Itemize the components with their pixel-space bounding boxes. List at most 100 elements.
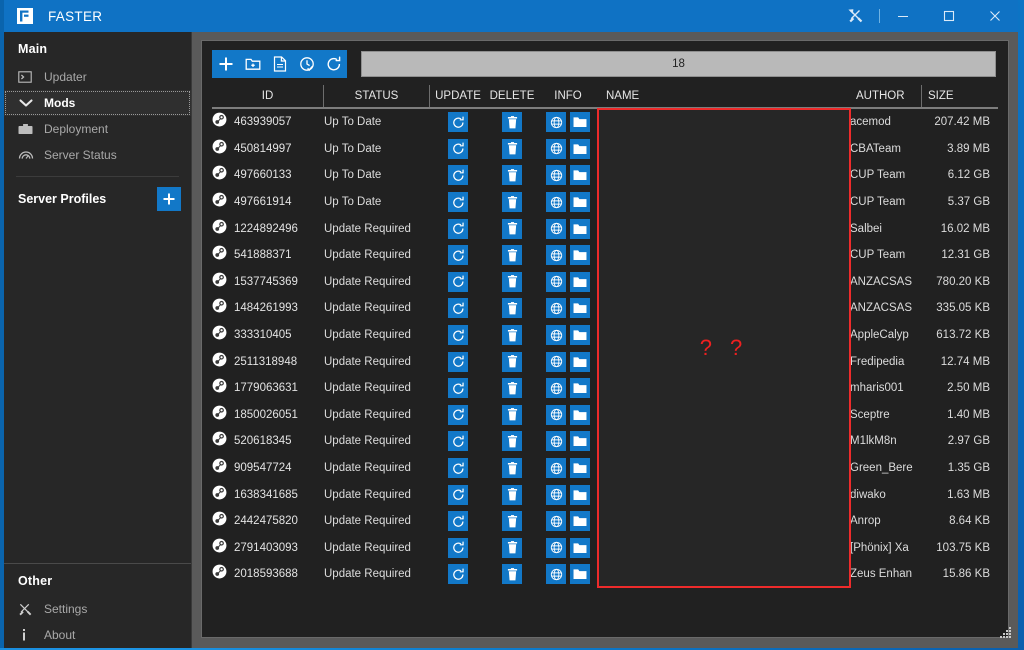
minimize-button[interactable]: [880, 0, 926, 32]
delete-mod-button[interactable]: [502, 218, 522, 239]
sidebar-item-deployment[interactable]: Deployment: [4, 116, 191, 142]
column-header-status[interactable]: STATUS: [324, 85, 430, 107]
add-local-mod-button[interactable]: [239, 50, 266, 78]
delete-mod-button[interactable]: [502, 511, 522, 532]
update-mod-button[interactable]: [448, 138, 468, 159]
sidebar-item-server-status[interactable]: Server Status: [4, 142, 191, 168]
open-folder-button[interactable]: [570, 404, 590, 425]
open-folder-button[interactable]: [570, 325, 590, 346]
update-mod-button[interactable]: [448, 431, 468, 452]
column-header-delete[interactable]: DELETE: [486, 85, 538, 107]
sidebar-item-updater[interactable]: Updater: [4, 64, 191, 90]
open-folder-button[interactable]: [570, 298, 590, 319]
workshop-link-button[interactable]: [546, 165, 566, 186]
delete-mod-button[interactable]: [502, 245, 522, 266]
delete-mod-button[interactable]: [502, 112, 522, 133]
open-folder-button[interactable]: [570, 564, 590, 585]
update-mod-button[interactable]: [448, 192, 468, 213]
update-mod-button[interactable]: [448, 325, 468, 346]
workshop-link-button[interactable]: [546, 192, 566, 213]
open-folder-button[interactable]: [570, 537, 590, 558]
delete-mod-button[interactable]: [502, 165, 522, 186]
add-server-profile-button[interactable]: [157, 187, 181, 211]
workshop-link-button[interactable]: [546, 458, 566, 479]
update-mod-button[interactable]: [448, 165, 468, 186]
delete-mod-button[interactable]: [502, 325, 522, 346]
update-mod-button[interactable]: [448, 511, 468, 532]
close-button[interactable]: [972, 0, 1018, 32]
update-mod-button[interactable]: [448, 378, 468, 399]
open-folder-button[interactable]: [570, 511, 590, 532]
update-mod-button[interactable]: [448, 404, 468, 425]
maximize-button[interactable]: [926, 0, 972, 32]
update-all-button[interactable]: [320, 50, 347, 78]
workshop-link-button[interactable]: [546, 271, 566, 292]
column-header-name[interactable]: NAME: [598, 85, 850, 107]
column-header-size[interactable]: SIZE: [922, 85, 998, 107]
update-mod-button[interactable]: [448, 245, 468, 266]
delete-mod-button[interactable]: [502, 537, 522, 558]
sidebar-item-mods[interactable]: Mods: [4, 90, 191, 116]
update-mod-button[interactable]: [448, 537, 468, 558]
delete-mod-button[interactable]: [502, 351, 522, 372]
workshop-link-button[interactable]: [546, 351, 566, 372]
update-mod-button[interactable]: [448, 458, 468, 479]
workshop-link-button[interactable]: [546, 511, 566, 532]
workshop-link-button[interactable]: [546, 378, 566, 399]
column-header-update[interactable]: UPDATE: [430, 85, 486, 107]
workshop-link-button[interactable]: [546, 245, 566, 266]
import-preset-button[interactable]: [266, 50, 293, 78]
add-mod-button[interactable]: [212, 50, 239, 78]
check-updates-button[interactable]: [293, 50, 320, 78]
delete-mod-button[interactable]: [502, 564, 522, 585]
open-folder-button[interactable]: [570, 138, 590, 159]
delete-mod-button[interactable]: [502, 298, 522, 319]
open-folder-button[interactable]: [570, 351, 590, 372]
delete-mod-button[interactable]: [502, 378, 522, 399]
column-header-info[interactable]: INFO: [538, 85, 598, 107]
workshop-link-button[interactable]: [546, 404, 566, 425]
search-input[interactable]: 18: [361, 51, 996, 77]
update-mod-button[interactable]: [448, 218, 468, 239]
update-mod-button[interactable]: [448, 112, 468, 133]
sidebar-item-settings[interactable]: Settings: [4, 596, 191, 622]
workshop-link-button[interactable]: [546, 218, 566, 239]
workshop-link-button[interactable]: [546, 537, 566, 558]
column-header-id[interactable]: ID: [212, 85, 324, 107]
update-mod-button[interactable]: [448, 271, 468, 292]
open-folder-button[interactable]: [570, 378, 590, 399]
open-folder-button[interactable]: [570, 431, 590, 452]
delete-mod-button[interactable]: [502, 404, 522, 425]
workshop-link-button[interactable]: [546, 484, 566, 505]
open-folder-button[interactable]: [570, 165, 590, 186]
delete-mod-button[interactable]: [502, 431, 522, 452]
update-mod-button[interactable]: [448, 564, 468, 585]
workshop-link-button[interactable]: [546, 138, 566, 159]
workshop-link-button[interactable]: [546, 431, 566, 452]
delete-mod-button[interactable]: [502, 138, 522, 159]
open-folder-button[interactable]: [570, 245, 590, 266]
workshop-link-button[interactable]: [546, 112, 566, 133]
delete-mod-button[interactable]: [502, 484, 522, 505]
open-folder-button[interactable]: [570, 484, 590, 505]
update-mod-button[interactable]: [448, 298, 468, 319]
cell-author: CBATeam: [850, 142, 901, 155]
open-folder-button[interactable]: [570, 218, 590, 239]
delete-mod-button[interactable]: [502, 271, 522, 292]
workshop-link-button[interactable]: [546, 298, 566, 319]
open-folder-button[interactable]: [570, 112, 590, 133]
resize-grip[interactable]: [1000, 626, 1012, 644]
delete-mod-button[interactable]: [502, 192, 522, 213]
open-folder-button[interactable]: [570, 271, 590, 292]
workshop-link-button[interactable]: [546, 325, 566, 346]
open-folder-button[interactable]: [570, 458, 590, 479]
cell-size: 207.42 MB: [934, 116, 990, 129]
tools-icon[interactable]: [833, 0, 879, 32]
open-folder-button[interactable]: [570, 192, 590, 213]
delete-mod-button[interactable]: [502, 458, 522, 479]
workshop-link-button[interactable]: [546, 564, 566, 585]
update-mod-button[interactable]: [448, 351, 468, 372]
update-mod-button[interactable]: [448, 484, 468, 505]
sidebar-item-about[interactable]: About: [4, 622, 191, 648]
column-header-author[interactable]: AUTHOR: [850, 85, 922, 107]
